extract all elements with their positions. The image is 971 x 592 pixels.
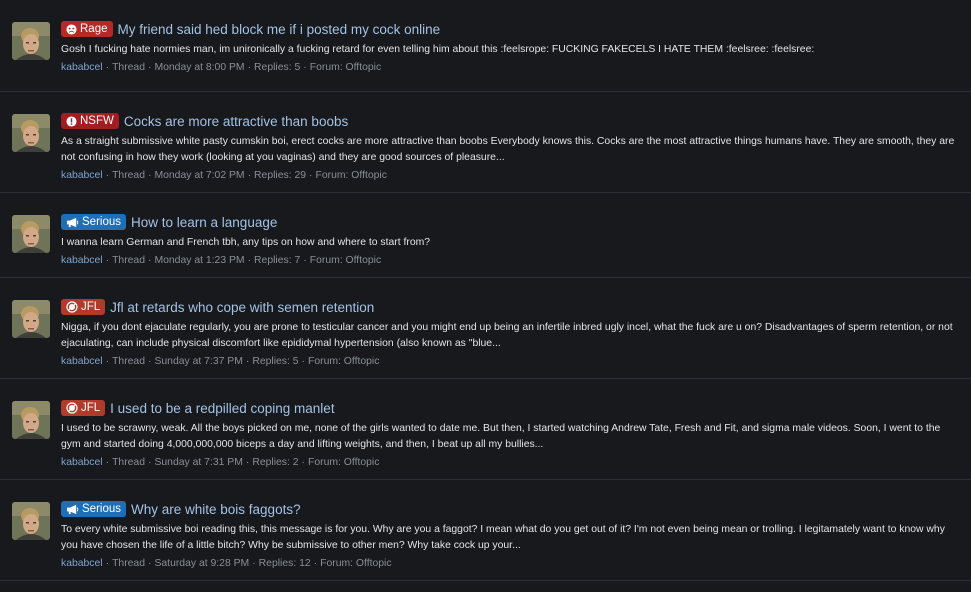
avatar-image <box>12 215 50 253</box>
forum-link[interactable]: Forum: Offtopic <box>310 255 381 266</box>
thread-row: JFL Jfl at retards who cope with semen r… <box>0 278 971 379</box>
thread-snippet: I wanna learn German and French tbh, any… <box>61 237 431 248</box>
no-laughing-icon <box>66 301 78 313</box>
content-type: Thread <box>112 255 145 266</box>
author-link[interactable]: kababcel <box>61 457 103 468</box>
author-link[interactable]: kababcel <box>61 558 103 569</box>
post-date[interactable]: Saturday at 9:28 PM <box>154 558 249 569</box>
forum-link[interactable]: Forum: Offtopic <box>308 356 379 367</box>
thread-prefix-badge[interactable]: Serious <box>61 214 126 230</box>
thread-prefix-badge[interactable]: JFL <box>61 299 106 315</box>
avatar[interactable] <box>12 502 50 540</box>
prefix-label: NSFW <box>80 115 114 127</box>
thread-list: Rage My friend said hed block me if i po… <box>0 0 971 581</box>
reply-count: Replies: 5 <box>254 62 301 73</box>
forum-link[interactable]: Forum: Offtopic <box>308 457 379 468</box>
thread-meta: kababcel · Thread · Sunday at 7:31 PM · Replie… <box>61 457 380 468</box>
avatar[interactable] <box>12 114 50 152</box>
content-type: Thread <box>112 558 145 569</box>
avatar-image <box>12 502 50 540</box>
forum-link[interactable]: Forum: Offtopic <box>316 170 387 181</box>
thread-snippet: Gosh I fucking hate normies man, im unir… <box>61 44 815 55</box>
reply-count: Replies: 29 <box>254 170 307 181</box>
content-type: Thread <box>112 457 145 468</box>
author-link[interactable]: kababcel <box>61 62 103 73</box>
thread-meta: kababcel · Thread · Sunday at 7:37 PM · Replie… <box>61 356 380 367</box>
prefix-label: JFL <box>81 402 101 414</box>
thread-title-link[interactable]: My friend said hed block me if i posted … <box>118 22 441 37</box>
thread-snippet: As a straight submissive white pasty cum… <box>61 136 955 163</box>
thread-meta: kababcel · Thread · Saturday at 9:28 PM · Repl… <box>61 558 392 569</box>
avatar-image <box>12 114 50 152</box>
exclamation-circle-icon <box>66 115 77 127</box>
post-date[interactable]: Sunday at 7:31 PM <box>154 457 242 468</box>
avatar-image <box>12 401 50 439</box>
thread-meta: kababcel · Thread · Monday at 8:00 PM · Replie… <box>61 62 382 73</box>
avatar[interactable] <box>12 215 50 253</box>
thread-meta: kababcel · Thread · Monday at 1:23 PM · Replie… <box>61 255 382 266</box>
thread-row: Rage My friend said hed block me if i po… <box>0 0 971 92</box>
thread-row: Serious Why are white bois faggots? To e… <box>0 480 971 581</box>
avatar[interactable] <box>12 401 50 439</box>
angry-face-icon <box>66 23 77 35</box>
post-date[interactable]: Monday at 1:23 PM <box>154 255 244 266</box>
forum-link[interactable]: Forum: Offtopic <box>320 558 391 569</box>
prefix-label: Rage <box>80 23 108 35</box>
thread-prefix-badge[interactable]: Serious <box>61 501 126 517</box>
thread-prefix-badge[interactable]: NSFW <box>61 113 119 129</box>
reply-count: Replies: 12 <box>258 558 311 569</box>
prefix-label: Serious <box>82 503 121 515</box>
thread-snippet: Nigga, if you dont ejaculate regularly, … <box>61 322 953 349</box>
prefix-label: Serious <box>82 216 121 228</box>
content-type: Thread <box>112 62 145 73</box>
reply-count: Replies: 7 <box>254 255 301 266</box>
thread-row: JFL I used to be a redpilled coping manl… <box>0 379 971 480</box>
thread-prefix-badge[interactable]: Rage <box>61 21 113 37</box>
post-date[interactable]: Monday at 7:02 PM <box>154 170 244 181</box>
thread-row: NSFW Cocks are more attractive than boob… <box>0 92 971 193</box>
megaphone-icon <box>66 217 79 228</box>
thread-title-link[interactable]: How to learn a language <box>131 215 277 230</box>
thread-title-link[interactable]: Jfl at retards who cope with semen reten… <box>110 300 374 315</box>
author-link[interactable]: kababcel <box>61 170 103 181</box>
prefix-label: JFL <box>81 301 101 313</box>
author-link[interactable]: kababcel <box>61 356 103 367</box>
thread-snippet: I used to be scrawny, weak. All the boys… <box>61 423 941 450</box>
reply-count: Replies: 2 <box>252 457 299 468</box>
no-laughing-icon <box>66 402 78 414</box>
content-type: Thread <box>112 356 145 367</box>
thread-prefix-badge[interactable]: JFL <box>61 400 106 416</box>
content-type: Thread <box>112 170 145 181</box>
thread-meta: kababcel · Thread · Monday at 7:02 PM · Replie… <box>61 170 387 181</box>
thread-snippet: To every white submissive boi reading th… <box>61 524 945 551</box>
megaphone-icon <box>66 504 79 515</box>
author-link[interactable]: kababcel <box>61 255 103 266</box>
post-date[interactable]: Monday at 8:00 PM <box>154 62 244 73</box>
avatar-image <box>12 300 50 338</box>
thread-title-link[interactable]: Why are white bois faggots? <box>131 502 301 517</box>
forum-link[interactable]: Forum: Offtopic <box>310 62 381 73</box>
avatar-image <box>12 22 50 60</box>
post-date[interactable]: Sunday at 7:37 PM <box>154 356 242 367</box>
avatar[interactable] <box>12 300 50 338</box>
reply-count: Replies: 5 <box>252 356 299 367</box>
thread-title-link[interactable]: Cocks are more attractive than boobs <box>124 114 348 129</box>
thread-title-link[interactable]: I used to be a redpilled coping manlet <box>110 401 334 416</box>
thread-row: Serious How to learn a language I wanna … <box>0 193 971 278</box>
avatar[interactable] <box>12 22 50 60</box>
